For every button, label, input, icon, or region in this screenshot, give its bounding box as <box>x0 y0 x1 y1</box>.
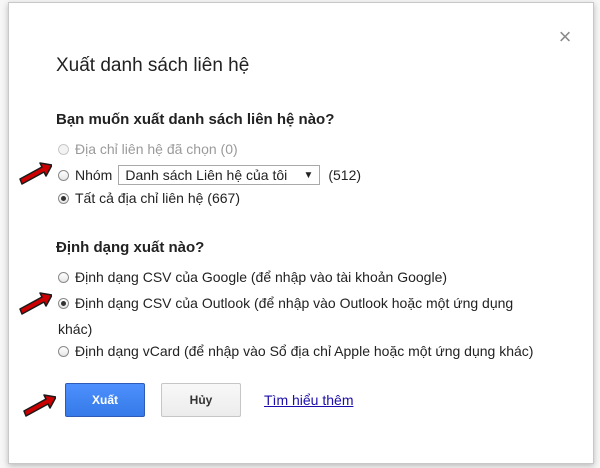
pointer-arrow-icon <box>23 394 56 417</box>
radio-vcard[interactable] <box>58 345 69 357</box>
option-google-csv[interactable]: Định dạng CSV của Google (để nhập vào tà… <box>58 269 447 285</box>
pointer-arrow-icon <box>19 162 52 185</box>
contacts-question-heading: Bạn muốn xuất danh sách liên hệ nào? <box>56 111 335 128</box>
chevron-down-icon: ▼ <box>303 169 314 181</box>
option-all-contacts-label: Tất cả địa chỉ liên hệ (667) <box>75 190 240 206</box>
option-all-contacts[interactable]: Tất cả địa chỉ liên hệ (667) <box>58 190 240 206</box>
option-group[interactable]: Nhóm Danh sách Liên hệ của tôi ▼ (512) <box>58 165 361 185</box>
radio-selected-contacts[interactable] <box>58 143 69 155</box>
export-button[interactable]: Xuất <box>65 383 145 417</box>
pointer-arrow-icon <box>19 292 52 315</box>
radio-group[interactable] <box>58 169 69 181</box>
close-icon[interactable]: × <box>555 26 575 48</box>
radio-outlook-csv[interactable] <box>58 297 69 309</box>
option-outlook-csv-label-wrap: khác) <box>58 321 93 337</box>
format-question-heading: Định dạng xuất nào? <box>56 239 205 256</box>
screen: × Xuất danh sách liên hệ Bạn muốn xuất d… <box>0 0 600 468</box>
option-vcard-label: Định dạng vCard (để nhập vào Sổ địa chỉ … <box>75 343 534 359</box>
group-count: (512) <box>328 167 362 183</box>
radio-all-contacts[interactable] <box>58 192 69 204</box>
cancel-button[interactable]: Hủy <box>161 383 241 417</box>
learn-more-link[interactable]: Tìm hiểu thêm <box>264 392 353 408</box>
export-contacts-dialog: × Xuất danh sách liên hệ Bạn muốn xuất d… <box>8 2 594 464</box>
option-selected-contacts-label: Địa chỉ liên hệ đã chọn (0) <box>75 141 238 157</box>
radio-google-csv[interactable] <box>58 271 69 283</box>
option-selected-contacts[interactable]: Địa chỉ liên hệ đã chọn (0) <box>58 141 238 157</box>
option-vcard[interactable]: Định dạng vCard (để nhập vào Sổ địa chỉ … <box>58 343 533 359</box>
option-outlook-csv[interactable]: Định dạng CSV của Outlook (để nhập vào O… <box>58 295 513 311</box>
option-outlook-csv-label: Định dạng CSV của Outlook (để nhập vào O… <box>75 295 514 311</box>
option-google-csv-label: Định dạng CSV của Google (để nhập vào tà… <box>75 269 448 285</box>
dialog-title: Xuất danh sách liên hệ <box>56 55 250 76</box>
group-select-value: Danh sách Liên hệ của tôi <box>125 167 288 183</box>
group-select[interactable]: Danh sách Liên hệ của tôi ▼ <box>118 165 321 185</box>
option-group-label: Nhóm <box>75 167 113 183</box>
